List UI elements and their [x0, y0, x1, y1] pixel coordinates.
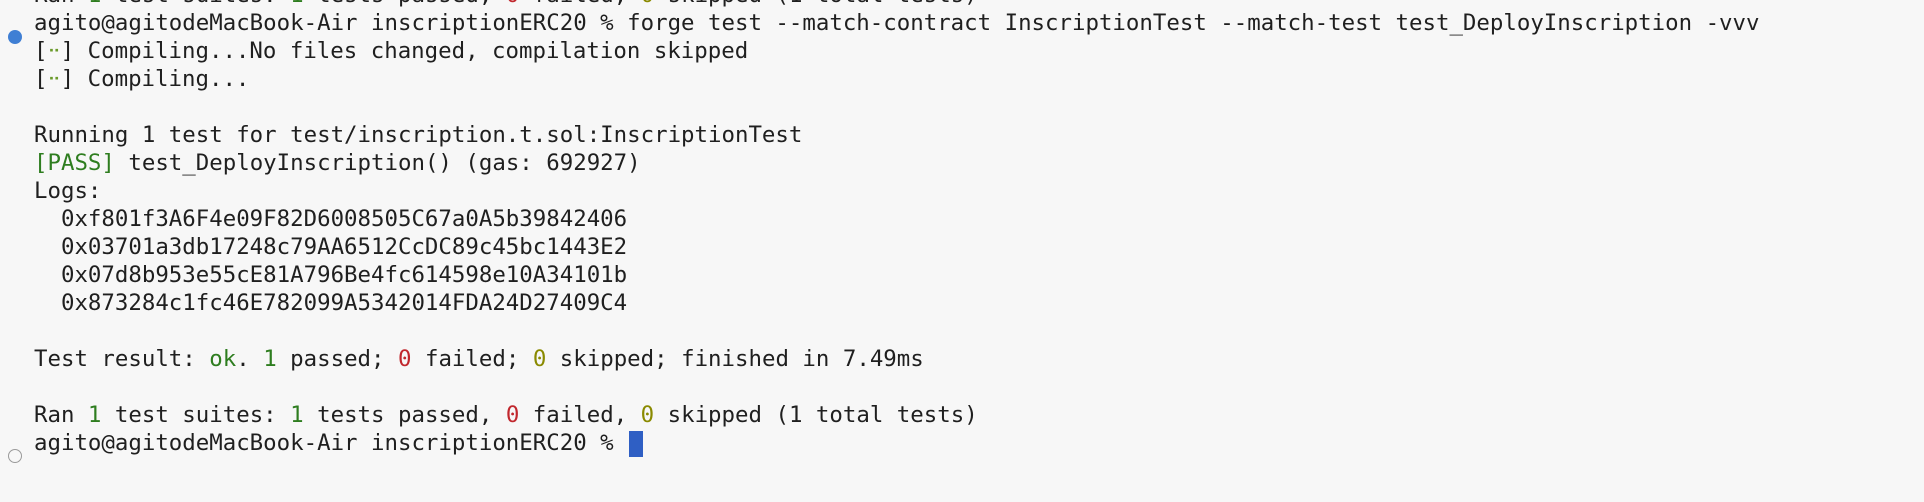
failed-count: 0 — [506, 0, 519, 8]
test-result-line: Test result: ok. 1 passed; 0 failed; 0 s… — [34, 345, 1760, 373]
compile-message: Compiling... — [87, 66, 250, 92]
summary-text: skipped (1 total tests) — [654, 402, 978, 428]
summary-text: test suites: — [101, 0, 290, 8]
text-cursor[interactable] — [629, 430, 644, 457]
summary-text: failed, — [519, 0, 640, 8]
command-pending-marker-icon[interactable] — [8, 449, 22, 463]
summary-text: test suites: — [101, 402, 291, 428]
log-address: 0x873284c1fc46E782099A5342014FDA24D27409… — [34, 290, 628, 316]
result-text: passed; — [276, 346, 398, 372]
summary-text: tests passed, — [304, 0, 506, 8]
skipped-count: 0 — [532, 346, 547, 372]
passed-count: 1 — [263, 346, 277, 372]
suites-count: 1 — [88, 0, 101, 8]
skipped-count: 0 — [641, 0, 654, 8]
result-ok: ok — [209, 346, 237, 372]
summary-text: skipped (1 total tests) — [654, 0, 978, 8]
result-text: Test result: — [34, 346, 210, 372]
bracket: ] — [60, 38, 88, 64]
log-address: 0x07d8b953e55cE81A796Be4fc614598e10A3410… — [34, 262, 628, 288]
logs-label: Logs: — [34, 178, 102, 204]
terminal-output: Ran 1 test suites: 1 tests passed, 0 fai… — [34, 0, 1760, 457]
shell-prompt: agito@agitodeMacBook-Air inscriptionERC2… — [34, 430, 628, 456]
running-line: Running 1 test for test/inscription.t.so… — [34, 122, 803, 148]
bracket: ] — [60, 66, 88, 92]
log-address: 0x03701a3db17248c79AA6512CcDC89c45bc1443… — [34, 234, 628, 260]
result-text: skipped; finished in 7.49ms — [546, 346, 924, 372]
result-text: . — [236, 346, 264, 372]
spinner-icon: ⠒ — [47, 70, 61, 91]
log-address: 0xf801f3A6F4e09F82D6008505C67a0A5b398424… — [34, 206, 628, 232]
test-name: test_DeployInscription() (gas: 692927) — [114, 150, 641, 176]
compile-status-line: [⠒] Compiling...No files changed, compil… — [34, 37, 1760, 65]
command-text: forge test --match-contract InscriptionT… — [627, 10, 1760, 36]
suites-count: 1 — [87, 402, 102, 428]
passed-count: 1 — [290, 0, 303, 8]
command-complete-marker-icon[interactable] — [8, 30, 22, 44]
bracket: [ — [34, 66, 48, 92]
summary-text: tests passed, — [303, 402, 506, 428]
bracket: [ — [34, 38, 48, 64]
previous-summary-line: Ran 1 test suites: 1 tests passed, 0 fai… — [34, 0, 1760, 9]
passed-count: 1 — [290, 402, 304, 428]
input-prompt-line[interactable]: agito@agitodeMacBook-Air inscriptionERC2… — [34, 429, 1760, 457]
failed-count: 0 — [398, 346, 412, 372]
shell-prompt: agito@agitodeMacBook-Air inscriptionERC2… — [34, 10, 628, 36]
test-pass-line: [PASS] test_DeployInscription() (gas: 69… — [34, 149, 1760, 177]
summary-line: Ran 1 test suites: 1 tests passed, 0 fai… — [34, 401, 1760, 429]
summary-text: failed, — [519, 402, 641, 428]
terminal-window[interactable]: Ran 1 test suites: 1 tests passed, 0 fai… — [0, 0, 1924, 502]
failed-count: 0 — [505, 402, 520, 428]
pass-badge: [PASS] — [34, 150, 115, 176]
skipped-count: 0 — [640, 402, 655, 428]
command-line: agito@agitodeMacBook-Air inscriptionERC2… — [34, 9, 1760, 37]
compile-message: Compiling...No files changed, compilatio… — [87, 38, 749, 64]
summary-text: Ran — [34, 0, 88, 8]
spinner-icon: ⠒ — [47, 42, 61, 63]
summary-text: Ran — [34, 402, 88, 428]
result-text: failed; — [411, 346, 533, 372]
compile-status-line: [⠒] Compiling... — [34, 65, 1760, 93]
